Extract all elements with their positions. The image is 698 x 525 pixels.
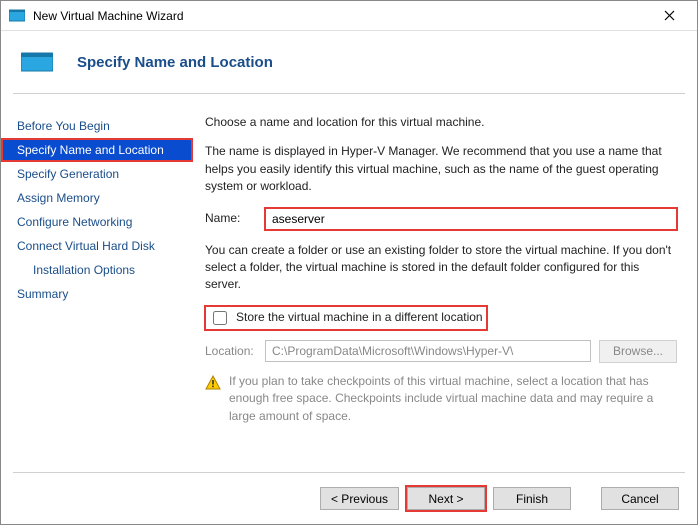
step-specify-name-location[interactable]: Specify Name and Location xyxy=(1,138,193,162)
wizard-window: New Virtual Machine Wizard Specify Name … xyxy=(0,0,698,525)
window-title: New Virtual Machine Wizard xyxy=(33,9,649,23)
step-connect-vhd[interactable]: Connect Virtual Hard Disk xyxy=(1,234,193,258)
warning-row: If you plan to take checkpoints of this … xyxy=(205,373,677,425)
name-label: Name: xyxy=(205,210,257,227)
intro-text: Choose a name and location for this virt… xyxy=(205,114,677,131)
location-input xyxy=(265,340,591,362)
wizard-footer: < Previous Next > Finish Cancel xyxy=(13,472,685,524)
titlebar: New Virtual Machine Wizard xyxy=(1,1,697,31)
different-location-checkbox[interactable] xyxy=(213,311,227,325)
step-configure-networking[interactable]: Configure Networking xyxy=(1,210,193,234)
previous-button[interactable]: < Previous xyxy=(320,487,399,510)
different-location-label: Store the virtual machine in a different… xyxy=(236,309,483,326)
warning-text: If you plan to take checkpoints of this … xyxy=(229,373,677,425)
description-text: The name is displayed in Hyper-V Manager… xyxy=(205,143,677,195)
step-before-you-begin[interactable]: Before You Begin xyxy=(1,114,193,138)
location-row: Location: Browse... xyxy=(205,340,677,363)
warning-icon xyxy=(205,375,221,391)
close-button[interactable] xyxy=(649,2,689,30)
browse-button: Browse... xyxy=(599,340,677,363)
different-location-row: Store the virtual machine in a different… xyxy=(205,306,487,330)
next-button[interactable]: Next > xyxy=(407,487,485,510)
wizard-body: Before You Begin Specify Name and Locati… xyxy=(1,94,697,472)
step-specify-generation[interactable]: Specify Generation xyxy=(1,162,193,186)
page-title: Specify Name and Location xyxy=(77,54,273,71)
step-summary[interactable]: Summary xyxy=(1,282,193,306)
hyperv-header-icon xyxy=(21,50,53,74)
step-installation-options[interactable]: Installation Options xyxy=(1,258,193,282)
hyperv-icon xyxy=(9,8,25,24)
cancel-button[interactable]: Cancel xyxy=(601,487,679,510)
vm-name-input[interactable] xyxy=(265,208,677,230)
wizard-steps-sidebar: Before You Begin Specify Name and Locati… xyxy=(1,110,193,472)
name-row: Name: xyxy=(205,208,677,230)
location-label: Location: xyxy=(205,343,257,360)
finish-button[interactable]: Finish xyxy=(493,487,571,510)
wizard-header: Specify Name and Location xyxy=(1,31,697,93)
folder-description: You can create a folder or use an existi… xyxy=(205,242,677,294)
step-assign-memory[interactable]: Assign Memory xyxy=(1,186,193,210)
wizard-main: Choose a name and location for this virt… xyxy=(193,110,681,472)
